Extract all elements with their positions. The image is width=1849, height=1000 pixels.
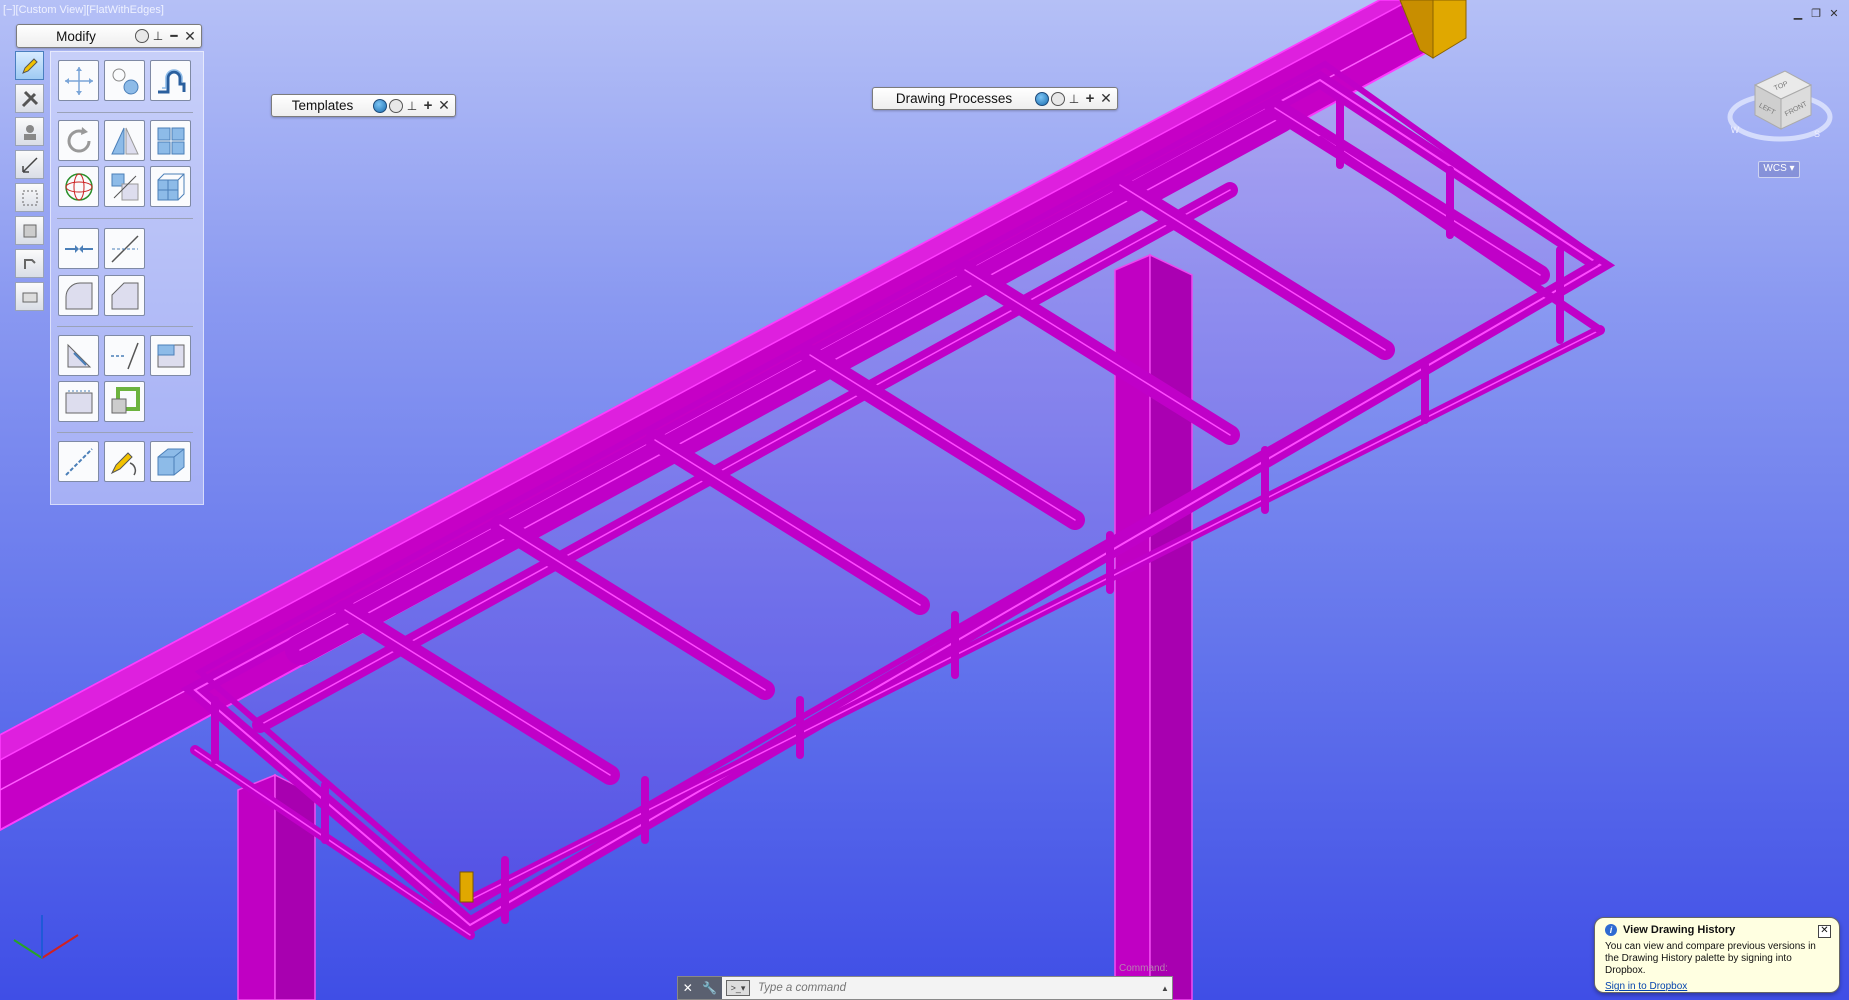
drawing-processes-panel-titlebar[interactable]: Drawing Processes ⊥ + ✕ [872,87,1118,110]
command-input[interactable] [756,981,1158,995]
notification-title: View Drawing History [1623,924,1736,936]
gear-icon[interactable] [135,29,149,43]
compass-west-label[interactable]: W [1731,125,1740,135]
edit-table-icon[interactable] [15,282,44,311]
modify-panel-titlebar[interactable]: Modify ⊥ ━ ✕ [16,24,202,48]
viewport-label[interactable]: [−][Custom View][FlatWithEdges] [3,4,164,16]
offset-icon[interactable] [150,60,191,101]
3d-array-icon[interactable] [150,166,191,207]
extend-icon[interactable] [104,335,145,376]
modify-category-tabs [15,51,47,315]
pin-icon[interactable]: ⊥ [151,29,165,43]
rotate-icon[interactable] [58,120,99,161]
region-icon[interactable] [15,216,44,245]
frame-end-plate [459,871,474,903]
modify-panel-title: Modify [56,28,96,44]
close-icon[interactable]: ✕ [683,981,693,995]
sign-in-link[interactable]: Sign in to Dropbox [1605,981,1831,992]
info-icon: i [1605,924,1617,936]
ucs-axis-icon [13,915,79,959]
align-icon[interactable] [58,335,99,376]
pencil-icon[interactable] [15,51,44,80]
move-icon[interactable] [58,60,99,101]
dashed-box-icon[interactable] [15,183,44,212]
notification-bubble: i View Drawing History ✕ You can view an… [1594,917,1840,993]
command-prompt-icon[interactable]: >_▾ [726,980,750,996]
minimize-icon[interactable]: ▁ [1791,6,1805,20]
drawing-processes-panel-title: Drawing Processes [895,91,1013,106]
pin-icon[interactable]: ⊥ [1067,92,1081,106]
templates-panel-title: Templates [291,98,354,113]
minimize-icon[interactable]: ━ [167,29,181,43]
close-icon[interactable]: ✕ [183,28,197,44]
wcs-dropdown[interactable]: WCS ▾ [1758,161,1800,178]
add-icon[interactable]: + [1083,90,1097,107]
separator [57,218,193,219]
copy-icon[interactable] [104,60,145,101]
close-icon[interactable]: ✕ [1099,90,1113,106]
walkway-frame [180,60,1616,940]
command-line: ✕ 🔧 >_▾ ▲ [677,976,1173,1000]
globe-icon[interactable] [373,98,387,113]
mirror-icon[interactable] [104,120,145,161]
scale-icon[interactable] [104,166,145,207]
rectangle-icon[interactable] [58,381,99,422]
restore-icon[interactable]: ❐ [1809,6,1823,20]
model-viewport[interactable] [0,0,1849,1000]
trim-icon[interactable] [104,228,145,269]
chevron-up-icon[interactable]: ▲ [1158,984,1172,993]
separator [57,432,193,433]
close-icon[interactable]: ✕ [1827,6,1841,20]
add-icon[interactable]: + [421,97,435,114]
chamfer-icon[interactable] [104,275,145,316]
tools-icon[interactable] [15,84,44,113]
close-icon[interactable]: ✕ [437,97,451,113]
wrench-icon[interactable]: 🔧 [702,981,717,995]
offset-green-icon[interactable] [104,381,145,422]
solid-icon[interactable] [150,441,191,482]
array-icon[interactable] [150,120,191,161]
fillet-icon[interactable] [58,275,99,316]
gear-icon[interactable] [389,98,403,113]
compass-south-label[interactable]: S [1814,129,1820,139]
separator [57,112,193,113]
viewport-window-controls: ▁ ❐ ✕ [1791,6,1841,20]
stretch-icon[interactable] [150,335,191,376]
globe-icon[interactable] [1035,91,1049,106]
separator [57,326,193,327]
edit-icon[interactable] [104,441,145,482]
command-line-controls: ✕ 🔧 [678,977,722,999]
gear-icon[interactable] [1051,91,1065,106]
close-icon[interactable]: ✕ [1818,925,1831,938]
dimension-icon[interactable] [15,150,44,179]
orbit-icon[interactable] [58,166,99,207]
hatch-icon[interactable] [15,249,44,278]
pin-icon[interactable]: ⊥ [405,99,419,113]
command-history: Command: [1119,963,1168,974]
notification-body: You can view and compare previous versio… [1605,941,1816,976]
polyline-icon[interactable] [58,441,99,482]
wcs-label: WCS [1763,163,1787,174]
templates-panel-titlebar[interactable]: Templates ⊥ + ✕ [271,94,456,117]
user-icon[interactable] [15,117,44,146]
viewcube[interactable]: TOP LEFT FRONT W S [1725,55,1835,155]
break-icon[interactable] [58,228,99,269]
